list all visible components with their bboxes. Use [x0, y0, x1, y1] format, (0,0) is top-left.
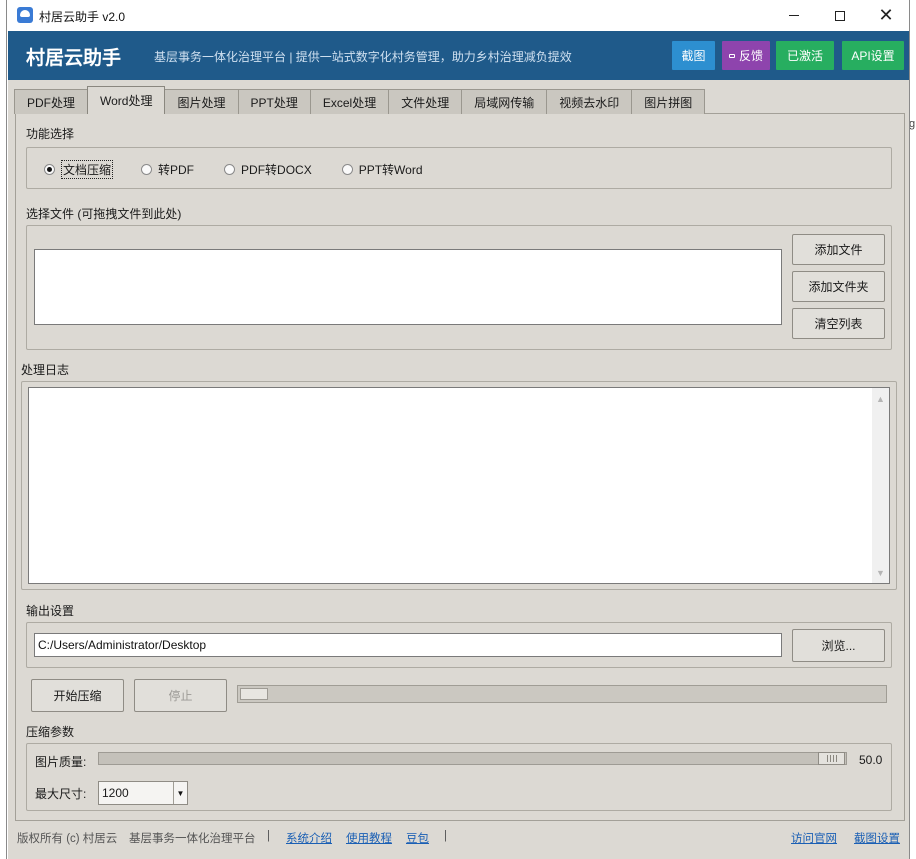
link-doubao[interactable]: 豆包: [406, 830, 429, 846]
add-file-button[interactable]: 添加文件: [792, 234, 885, 265]
main-content: PDF处理 Word处理 图片处理 PPT处理 Excel处理 文件处理 局域网…: [8, 80, 909, 859]
header-banner: 村居云助手 基层事务一体化治理平台 | 提供一站式数字化村务管理，助力乡村治理减…: [8, 31, 909, 80]
footer-separator: |: [267, 830, 270, 842]
output-settings-label: 输出设置: [26, 604, 75, 618]
log-label: 处理日志: [21, 363, 70, 377]
link-system-intro[interactable]: 系统介绍: [286, 830, 332, 846]
radio-indicator: [341, 164, 353, 175]
tab-file[interactable]: 文件处理: [388, 89, 463, 114]
function-radio-group: 文档压缩 转PDF PDF转DOCX PPT转Word: [44, 160, 451, 179]
compression-params-label: 压缩参数: [26, 725, 75, 739]
app-window: 村居云助手 v2.0 ✕ 村居云助手 基层事务一体化治理平台 | 提供一站式数字…: [6, 0, 910, 859]
start-compress-button[interactable]: 开始压缩: [31, 679, 124, 712]
app-slogan: 基层事务一体化治理平台 | 提供一站式数字化村务管理，助力乡村治理减负提效: [154, 50, 572, 64]
activated-button[interactable]: 已激活: [776, 41, 834, 70]
title-bar: 村居云助手 v2.0 ✕: [7, 0, 909, 31]
minimize-icon: [789, 15, 799, 16]
tab-excel[interactable]: Excel处理: [309, 89, 390, 114]
tab-strip: PDF处理 Word处理 图片处理 PPT处理 Excel处理 文件处理 局域网…: [14, 86, 706, 114]
quality-value: 50.0: [859, 753, 883, 767]
link-official-site[interactable]: 访问官网: [791, 830, 837, 846]
scroll-down-icon[interactable]: ▼: [872, 564, 889, 581]
radio-label: PDF转DOCX: [241, 163, 312, 177]
radio-to-pdf[interactable]: 转PDF: [141, 161, 194, 178]
tab-video-watermark[interactable]: 视频去水印: [546, 89, 633, 114]
radio-indicator: [141, 164, 153, 175]
maximize-icon: [835, 10, 845, 21]
minimize-button[interactable]: [771, 0, 817, 31]
api-settings-button[interactable]: API设置: [842, 41, 904, 70]
radio-ppt-to-word[interactable]: PPT转Word: [341, 161, 423, 178]
progress-bar: [237, 685, 887, 703]
clear-list-button[interactable]: 清空列表: [792, 308, 885, 339]
platform-text: 基层事务一体化治理平台: [129, 833, 256, 845]
footer-separator: |: [444, 830, 447, 842]
radio-label: PPT转Word: [358, 163, 423, 177]
quality-label: 图片质量:: [35, 755, 87, 769]
tab-lan-transfer[interactable]: 局域网传输: [461, 89, 548, 114]
radio-pdf-to-docx[interactable]: PDF转DOCX: [224, 161, 312, 178]
max-size-select[interactable]: 1200 ▼: [98, 781, 188, 805]
tab-pdf[interactable]: PDF处理: [14, 89, 89, 114]
footer: 版权所有 (c) 村居云 基层事务一体化治理平台 | 系统介绍 使用教程 豆包 …: [8, 830, 909, 850]
app-cloud-icon: [17, 7, 33, 23]
radio-label: 文档压缩: [61, 160, 114, 179]
log-textarea[interactable]: ▲ ▼: [28, 387, 890, 584]
feedback-label: 反馈: [738, 49, 763, 63]
copyright-text: 版权所有 (c) 村居云: [17, 833, 118, 845]
add-folder-button[interactable]: 添加文件夹: [792, 271, 885, 302]
chevron-down-icon[interactable]: ▼: [173, 782, 187, 804]
max-size-label: 最大尺寸:: [35, 787, 87, 801]
screenshot-button[interactable]: 截图: [672, 41, 715, 70]
tab-image[interactable]: 图片处理: [164, 89, 239, 114]
radio-checked-indicator: [44, 164, 55, 175]
progress-indicator: [240, 688, 268, 700]
link-tutorial[interactable]: 使用教程: [346, 830, 392, 846]
stop-button[interactable]: 停止: [134, 679, 227, 712]
close-icon: ✕: [878, 4, 894, 26]
window-title: 村居云助手 v2.0: [39, 10, 126, 24]
close-button[interactable]: ✕: [863, 0, 909, 31]
maximize-button[interactable]: [817, 0, 863, 31]
tab-word[interactable]: Word处理: [87, 86, 166, 114]
file-list[interactable]: [34, 249, 782, 325]
output-path-input[interactable]: C:/Users/Administrator/Desktop: [34, 633, 782, 657]
link-screenshot-settings[interactable]: 截图设置: [854, 830, 900, 846]
radio-label: 转PDF: [158, 163, 195, 177]
file-select-label: 选择文件 (可拖拽文件到此处): [26, 207, 182, 221]
scroll-up-icon[interactable]: ▲: [872, 390, 889, 407]
max-size-value: 1200: [102, 786, 129, 800]
function-select-label: 功能选择: [26, 127, 75, 141]
quality-slider[interactable]: [98, 752, 847, 765]
radio-indicator: [224, 164, 236, 175]
quality-slider-thumb[interactable]: [818, 752, 845, 765]
app-name: 村居云助手: [26, 48, 122, 69]
tab-image-collage[interactable]: 图片拼图: [631, 89, 706, 114]
browse-button[interactable]: 浏览...: [792, 629, 885, 662]
feedback-icon: [728, 53, 735, 58]
tab-ppt[interactable]: PPT处理: [237, 89, 311, 114]
log-scrollbar[interactable]: ▲ ▼: [872, 388, 889, 583]
feedback-button[interactable]: 反馈: [722, 41, 770, 70]
radio-doc-compress[interactable]: 文档压缩: [44, 160, 114, 179]
